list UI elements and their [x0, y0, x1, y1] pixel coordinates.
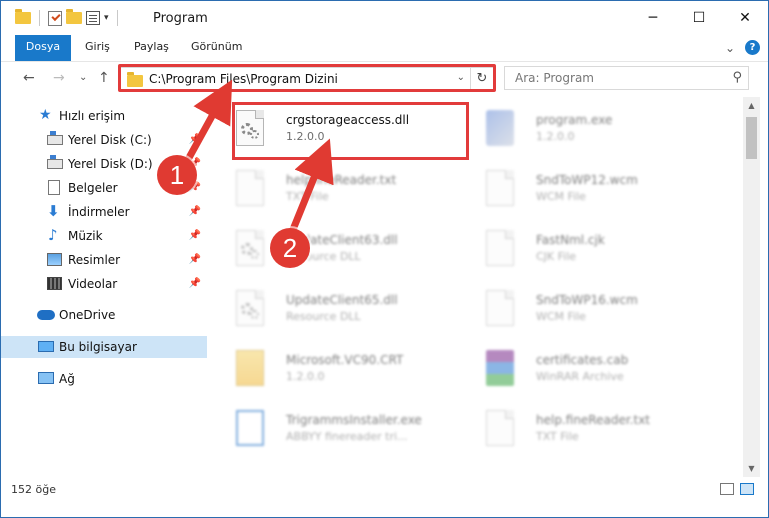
item-count: 152 öğe [11, 483, 56, 496]
window-controls: ─ ☐ ✕ [630, 1, 768, 35]
page-icon [486, 410, 514, 446]
videos-icon [47, 277, 62, 290]
this-pc-icon [38, 341, 54, 352]
sidebar-item-local-disk-c[interactable]: Yerel Disk (C:) 📌 [1, 129, 207, 151]
properties-check-icon[interactable] [48, 10, 62, 26]
manifest-icon [236, 350, 264, 386]
winrar-icon [486, 350, 514, 386]
file-item-trigrammsinstaller-exe[interactable]: TrigrammsInstaller.exe ABBYY finereader … [216, 402, 451, 458]
network-icon [38, 372, 54, 384]
music-icon: ♪ [48, 226, 58, 244]
pin-icon: 📌 [188, 254, 201, 265]
new-folder-icon[interactable] [66, 9, 82, 24]
file-item-helpfinereader-txt[interactable]: helpfineReader.txt TXT File [216, 162, 451, 218]
expand-ribbon-chevron-icon[interactable]: ⌄ [725, 41, 735, 55]
file-item-sndtowp16-wcm[interactable]: SndToWP16.wcm WCM File [466, 282, 701, 338]
forward-arrow-icon[interactable]: → [53, 70, 65, 86]
page-icon [486, 230, 514, 266]
pin-icon: 📌 [188, 278, 201, 289]
maximize-button[interactable]: ☐ [676, 1, 722, 35]
up-arrow-icon[interactable]: ↑ [98, 70, 110, 86]
file-item-certificates-cab[interactable]: certificates.cab WinRAR Archive [466, 342, 701, 398]
file-item-microsoft-vc90-crt[interactable]: Microsoft.VC90.CRT 1.2.0.0 [216, 342, 451, 398]
tab-giris[interactable]: Giriş [73, 35, 122, 59]
folder-icon [15, 9, 31, 24]
sidebar-item-network[interactable]: Ağ [1, 368, 207, 390]
explorer-window: ▾ Program ─ ☐ ✕ Dosya Giriş Paylaş Görün… [0, 0, 769, 518]
address-highlight-box [118, 64, 496, 92]
minimize-button[interactable]: ─ [630, 1, 676, 35]
sidebar-item-onedrive[interactable]: OneDrive [1, 304, 207, 326]
tab-paylas[interactable]: Paylaş [122, 35, 181, 59]
search-placeholder: Ara: Program [515, 71, 594, 85]
pin-icon: 📌 [188, 206, 201, 217]
scroll-up-arrow-icon[interactable]: ▲ [743, 97, 760, 114]
page-icon [236, 170, 264, 206]
ribbon-tabs: Dosya Giriş Paylaş Görünüm ⌄ ? [1, 35, 768, 91]
sidebar-item-videos[interactable]: Videolar 📌 [1, 273, 207, 295]
file-item-program-exe[interactable]: program.exe 1.2.0.0 [466, 102, 701, 158]
details-view-icon[interactable] [720, 483, 734, 495]
search-input[interactable]: Ara: Program ⚲ [504, 66, 749, 90]
page-icon [486, 290, 514, 326]
file-item-help-finereader-txt[interactable]: help.fineReader.txt TXT File [466, 402, 701, 458]
scroll-thumb[interactable] [746, 117, 757, 159]
star-icon: ★ [39, 107, 52, 123]
file-item-fastnml-cjk[interactable]: FastNml.cjk CJK File [466, 222, 701, 278]
sidebar-item-pictures[interactable]: Resimler 📌 [1, 249, 207, 271]
file-item-updateclient65-dll[interactable]: UpdateClient65.dll Resource DLL [216, 282, 451, 338]
recent-locations-chevron-icon[interactable]: ⌄ [79, 72, 87, 83]
vertical-scrollbar[interactable]: ▲ ▼ [743, 97, 760, 477]
customize-toolbar-chevron-icon[interactable]: ▾ [104, 13, 109, 23]
navigation-pane: ★ Hızlı erişim Yerel Disk (C:) 📌 Yerel D… [1, 97, 209, 477]
search-icon: ⚲ [732, 70, 742, 85]
properties-icon[interactable] [86, 11, 100, 25]
large-icons-view-icon[interactable] [740, 483, 754, 495]
installer-icon [236, 410, 264, 446]
dll-icon [236, 230, 264, 266]
title-bar: ▾ Program ─ ☐ ✕ [1, 1, 768, 35]
page-icon [486, 170, 514, 206]
sidebar-item-quick-access[interactable]: ★ Hızlı erişim [1, 105, 207, 127]
drive-icon [47, 155, 63, 169]
callout-badge-1: 1 [157, 155, 197, 195]
drive-icon [47, 131, 63, 145]
file-item-sndtowp12-wcm[interactable]: SndToWP12.wcm WCM File [466, 162, 701, 218]
file-item-updateclient63-dll[interactable]: UpdateClient63.dll Resource DLL [216, 222, 451, 278]
tab-gorunum[interactable]: Görünüm [179, 35, 254, 59]
back-arrow-icon[interactable]: ← [23, 70, 35, 86]
close-button[interactable]: ✕ [722, 1, 768, 35]
quick-access-toolbar: ▾ [15, 9, 122, 26]
pictures-icon [47, 253, 62, 266]
download-icon: ⬇ [47, 202, 60, 220]
exe-icon [486, 110, 514, 146]
window-title: Program [153, 11, 208, 26]
help-icon[interactable]: ? [745, 40, 760, 55]
documents-icon [48, 180, 60, 195]
status-bar: 152 öğe [1, 479, 768, 501]
pin-icon: 📌 [188, 134, 201, 145]
callout-badge-2: 2 [270, 228, 310, 268]
sidebar-item-music[interactable]: ♪ Müzik 📌 [1, 225, 207, 247]
pin-icon: 📌 [188, 230, 201, 241]
file-highlight-box [232, 102, 469, 160]
dll-icon [236, 290, 264, 326]
onedrive-icon [37, 310, 55, 320]
scroll-down-arrow-icon[interactable]: ▼ [743, 460, 760, 477]
sidebar-item-downloads[interactable]: ⬇ İndirmeler 📌 [1, 201, 207, 223]
sidebar-item-this-pc[interactable]: Bu bilgisayar [1, 336, 207, 358]
